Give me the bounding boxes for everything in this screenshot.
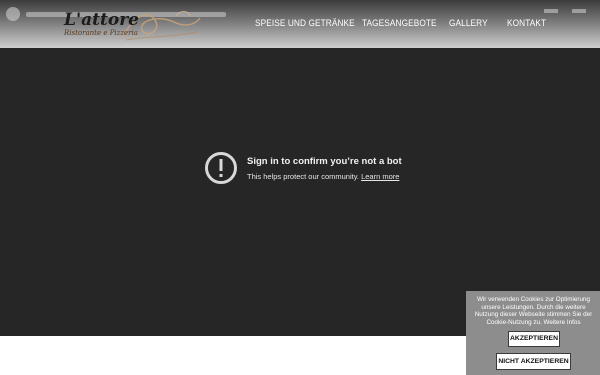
notice-title: Sign in to confirm you’re not a bot [247, 156, 402, 167]
video-overlay-controls [544, 9, 586, 13]
accept-cookies-button[interactable]: AKZEPTIEREN [508, 331, 560, 347]
warning-circle-icon [205, 152, 237, 184]
site-logo[interactable]: L'attore Ristorante e Pizzeria [62, 8, 202, 44]
watch-later-icon [544, 9, 558, 13]
logo-name: L'attore [64, 10, 139, 30]
notice-message-text: This helps protect our community. [247, 172, 359, 181]
channel-avatar-icon [6, 7, 20, 21]
site-header: L'attore Ristorante e Pizzeria SPEISE UN… [0, 0, 600, 48]
nav-item-kontakt[interactable]: KONTAKT [507, 18, 546, 28]
cookie-banner: Wir verwenden Cookies zur Optimierung un… [466, 291, 600, 375]
nav-item-tagesangebote[interactable]: TAGESANGEBOTE [362, 18, 437, 28]
nav-item-gallery[interactable]: GALLERY [449, 18, 488, 28]
learn-more-link[interactable]: Learn more [361, 172, 399, 181]
notice-message: This helps protect our community. Learn … [247, 172, 399, 181]
bot-check-notice: Sign in to confirm you’re not a bot This… [204, 149, 464, 189]
share-icon [572, 9, 586, 13]
nav-item-speise-und-getraenke[interactable]: SPEISE UND GETRÄNKE [255, 18, 355, 28]
decline-cookies-button[interactable]: NICHT AKZEPTIEREN [496, 353, 571, 370]
cookie-message: Wir verwenden Cookies zur Optimierung un… [471, 296, 596, 326]
logo-subtitle: Ristorante e Pizzeria [64, 29, 138, 37]
cookie-info-link[interactable]: Weitere Infos [544, 319, 581, 326]
